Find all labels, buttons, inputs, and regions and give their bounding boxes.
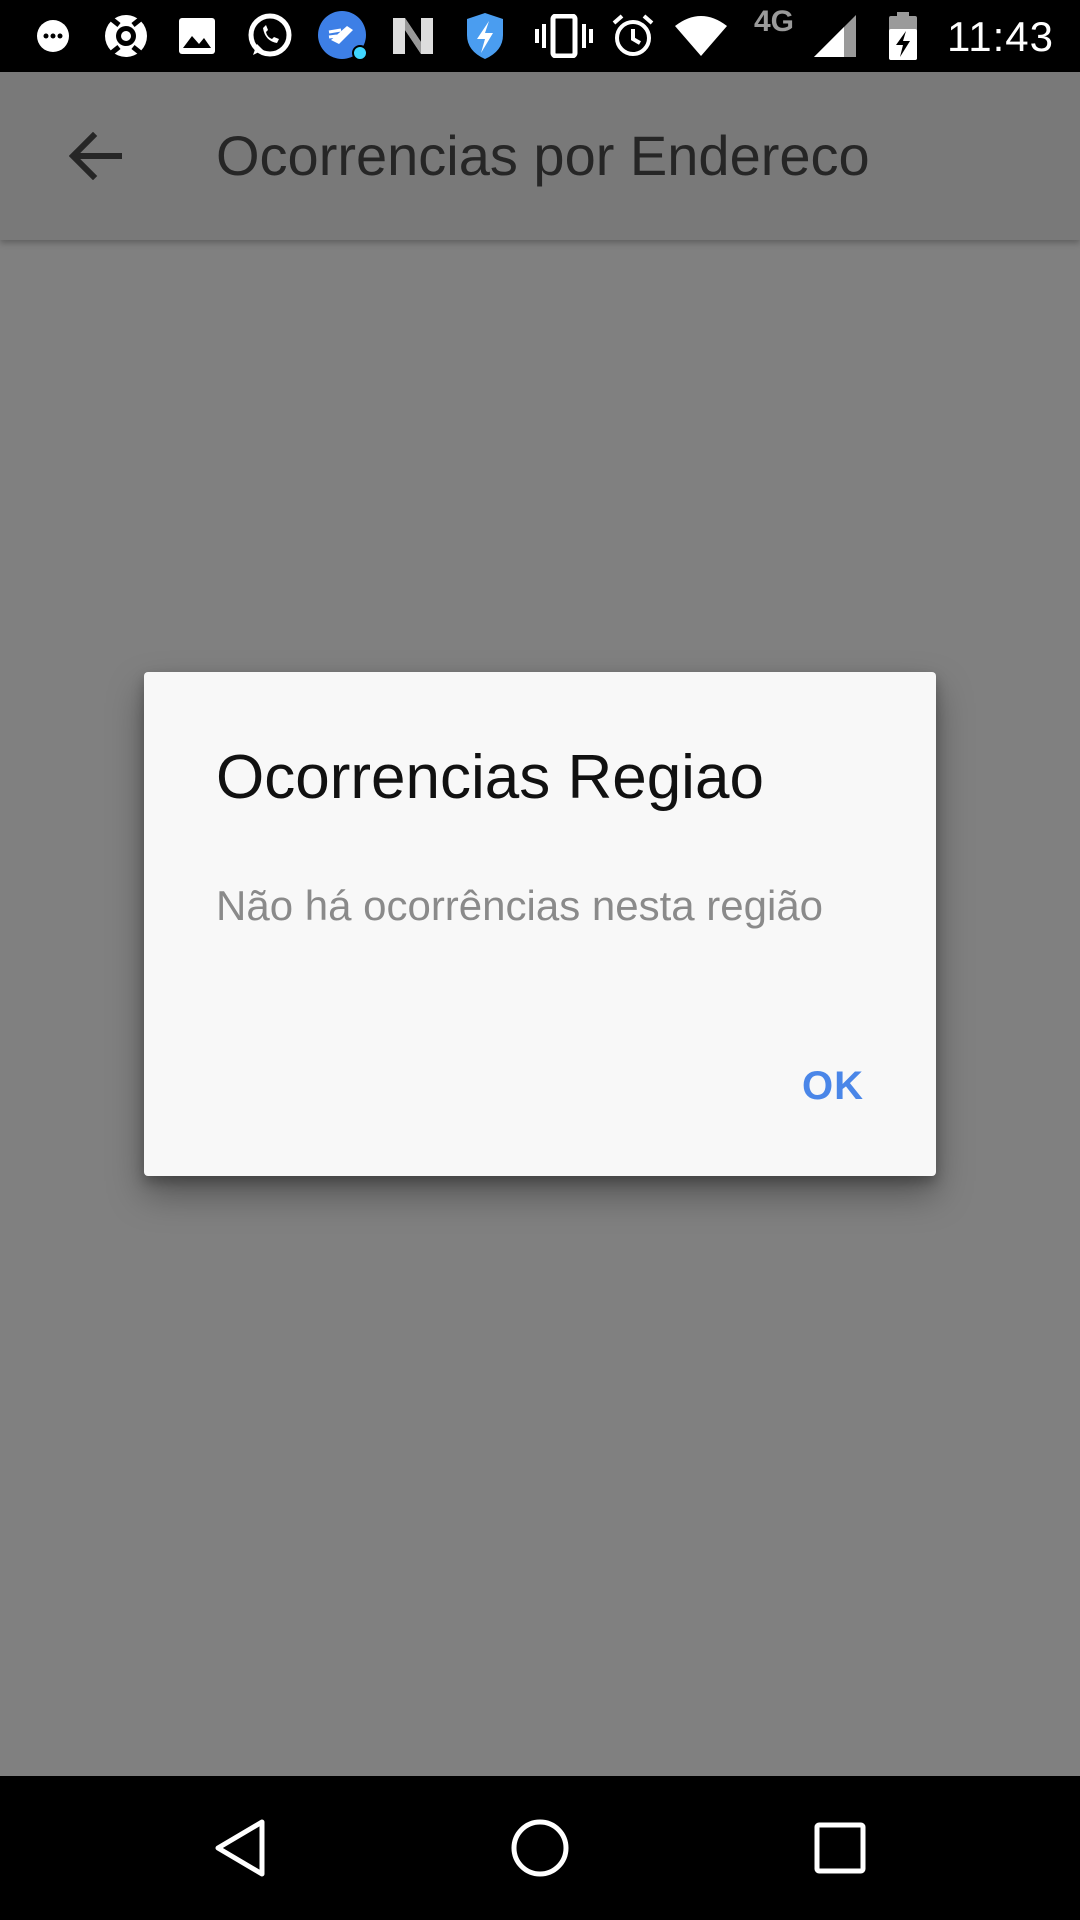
avast-icon — [100, 0, 152, 72]
page-title: Ocorrencias por Endereco — [216, 124, 870, 187]
circle-home-icon — [511, 1819, 569, 1877]
shield-icon — [462, 0, 508, 72]
wifi-icon — [672, 0, 730, 72]
signal-icon — [810, 0, 860, 72]
n-app-icon — [390, 0, 436, 72]
triangle-back-icon — [215, 1819, 265, 1877]
cleaner-icon — [316, 0, 370, 72]
network-type-label: 4G — [753, 5, 795, 38]
gallery-icon — [176, 0, 218, 72]
vibrate-icon — [534, 0, 594, 72]
nav-recents-button[interactable] — [768, 1776, 912, 1920]
nav-back-button[interactable] — [168, 1776, 312, 1920]
screen: 4G 11:43 Ocorrencias por Endereco Ocorre… — [0, 0, 1080, 1920]
square-recents-icon — [814, 1822, 866, 1874]
battery-charging-icon — [886, 0, 920, 72]
arrow-left-icon — [69, 132, 122, 180]
status-time: 11:43 — [947, 13, 1054, 60]
whatsapp-icon — [244, 0, 296, 72]
nav-home-button[interactable] — [468, 1776, 612, 1920]
app-bar: Ocorrencias por Endereco — [0, 72, 1080, 240]
ok-button[interactable]: OK — [790, 1052, 876, 1121]
chat-bubble-icon — [34, 0, 72, 72]
navigation-bar — [0, 1776, 1080, 1920]
alarm-icon — [610, 0, 656, 72]
dialog-message: Não há ocorrências nesta região — [216, 882, 824, 929]
status-bar: 4G 11:43 — [0, 0, 1080, 72]
back-button[interactable] — [48, 108, 144, 204]
dialog-title: Ocorrencias Regiao — [216, 743, 764, 812]
alert-dialog: Ocorrencias Regiao Não há ocorrências ne… — [144, 672, 936, 1176]
